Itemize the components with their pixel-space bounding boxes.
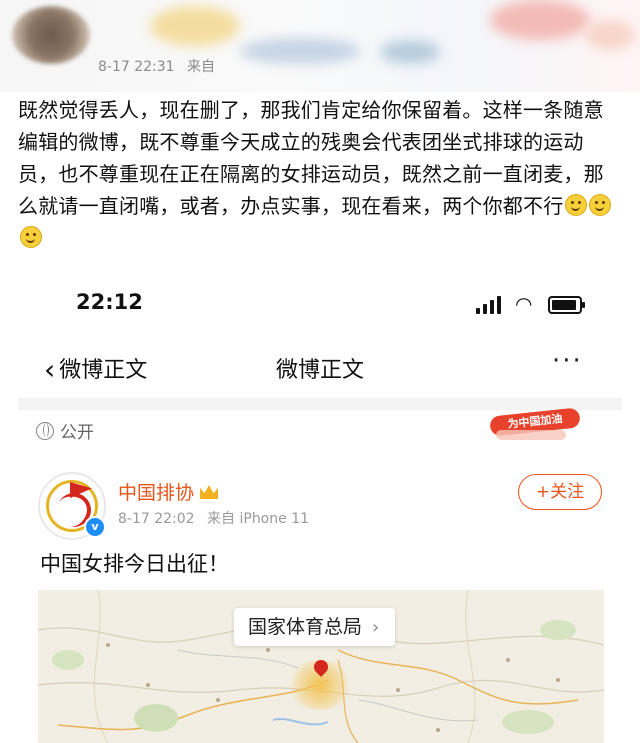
- author-meta: 8-17 22:02 来自 iPhone 11: [118, 508, 317, 528]
- post-body: 中国女排今日出征！: [40, 552, 229, 576]
- crown-icon: [200, 485, 219, 499]
- globe-icon: [36, 422, 54, 440]
- battery-icon: [548, 296, 585, 314]
- post-text: 既然觉得丢人，现在删了，那我们肯定给你保留着。这样一条随意编辑的微博，既不尊重今…: [18, 94, 622, 254]
- author-name: 中国排协: [118, 482, 195, 504]
- smiley-icon: [589, 194, 612, 216]
- more-menu-icon[interactable]: ···: [552, 346, 583, 376]
- follow-button[interactable]: +关注: [518, 474, 602, 510]
- smiley-icon: [565, 194, 588, 216]
- post-header: 8-17 22:31 来自: [0, 0, 640, 92]
- page-title: 微博正文: [275, 358, 364, 383]
- visibility-row: 公开: [36, 418, 94, 443]
- blurred-source-suffix: [380, 40, 440, 64]
- blurred-source: [240, 38, 360, 64]
- author-name-row[interactable]: 中国排协: [118, 478, 219, 505]
- blurred-decoration: [490, 0, 590, 40]
- smiley-icon: [20, 226, 42, 248]
- visibility-label: 公开: [60, 423, 94, 443]
- post-meta: 8-17 22:31 来自: [98, 56, 223, 76]
- post-timestamp: 8-17 22:31: [98, 59, 175, 75]
- cheer-badge[interactable]: 为中国加油: [486, 402, 586, 446]
- author-source: 来自 iPhone 11: [207, 511, 310, 527]
- post-paragraph: 既然觉得丢人，现在删了，那我们肯定给你保留着。这样一条随意编辑的微博，既不尊重今…: [18, 98, 604, 218]
- signal-icon: [476, 296, 506, 314]
- location-label[interactable]: 国家体育总局 ›: [234, 608, 396, 646]
- embedded-screenshot: 22:12 ◠ ‹ 微博正文 微博正文 ··· 公开 为中国加油 v 中国排协 8…: [18, 272, 622, 743]
- location-pin-icon: [314, 660, 328, 678]
- verified-icon: v: [84, 516, 106, 538]
- location-name: 国家体育总局: [248, 616, 363, 638]
- navigation-bar: ‹ 微博正文 微博正文 ···: [18, 346, 622, 390]
- location-map-card[interactable]: 国家体育总局 ›: [38, 590, 604, 743]
- blurred-avatar[interactable]: [12, 6, 90, 64]
- wifi-icon: ◠: [515, 292, 533, 316]
- status-bar: 22:12 ◠: [18, 290, 622, 320]
- blurred-decoration-2: [585, 20, 635, 50]
- post-source-prefix: 来自: [187, 59, 216, 75]
- blurred-username: [150, 6, 240, 46]
- status-time: 22:12: [76, 290, 143, 314]
- chevron-right-icon: ›: [372, 617, 380, 638]
- author-timestamp: 8-17 22:02: [118, 511, 195, 527]
